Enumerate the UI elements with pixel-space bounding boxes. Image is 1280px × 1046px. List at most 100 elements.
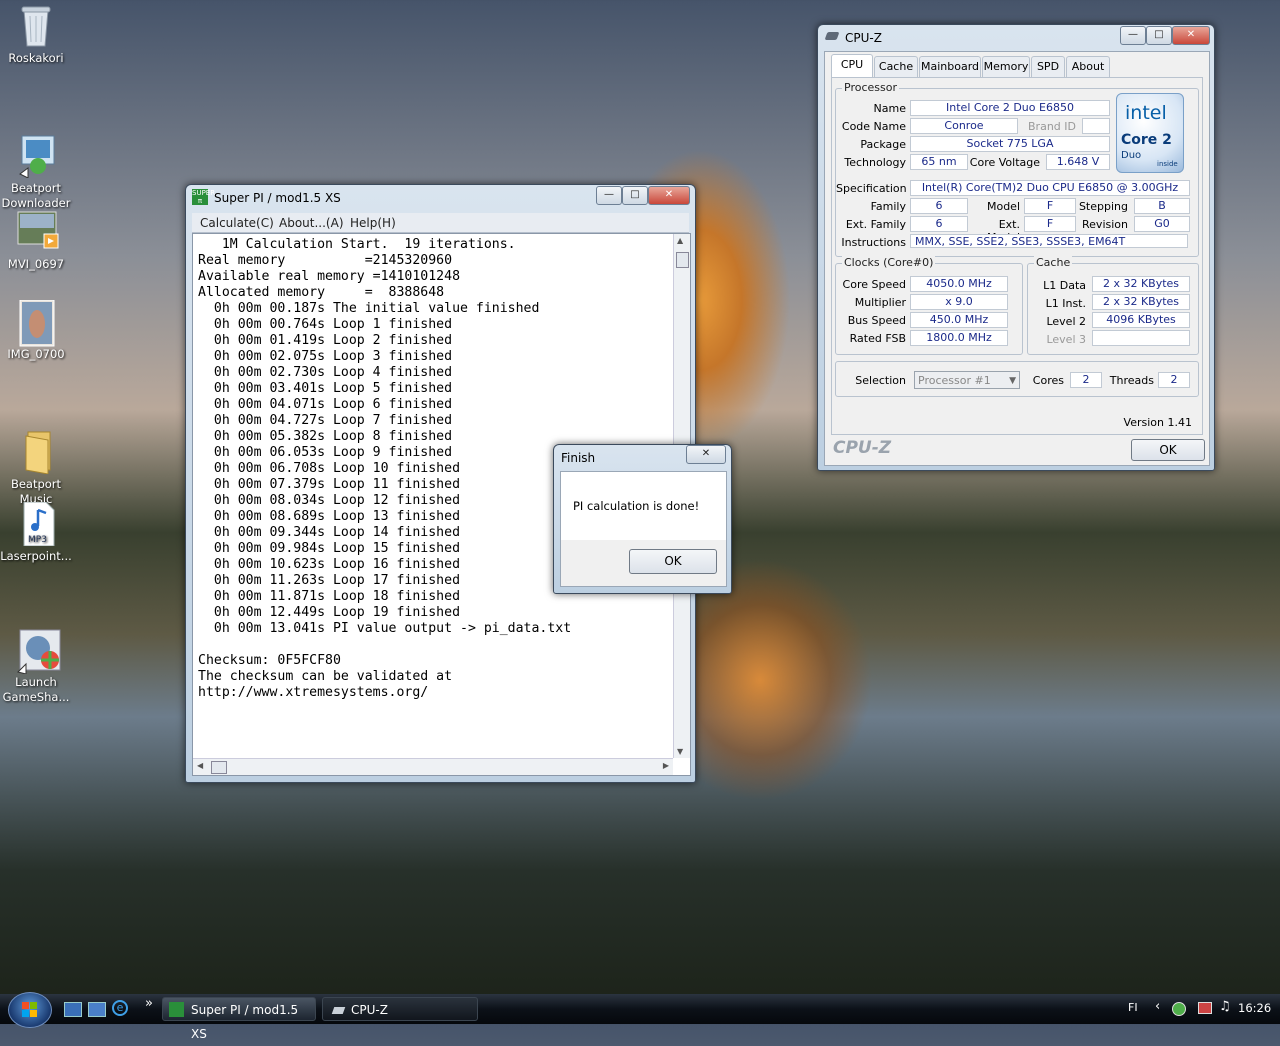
revision-label: Revision <box>1082 218 1128 231</box>
output-line: 0h 00m 08.689s Loop 13 finished <box>198 509 461 524</box>
output-line: 0h 00m 13.041s PI value output -> pi_dat… <box>198 621 572 636</box>
quicklaunch-show-desktop-icon[interactable] <box>64 1002 82 1017</box>
scroll-thumb-h[interactable] <box>211 761 227 774</box>
desktop-icon-label: Laserpoint... <box>0 549 72 563</box>
output-line: 0h 00m 01.419s Loop 2 finished <box>198 333 453 348</box>
tab-spd[interactable]: SPD <box>1031 56 1065 77</box>
desktop-icon-label: Beatport Downloader <box>1 181 71 210</box>
menu-about[interactable]: About...(A) <box>279 216 344 230</box>
cpuz-minimize-button[interactable]: — <box>1120 26 1146 45</box>
selection-dropdown[interactable]: Processor #1 ▼ <box>914 371 1020 389</box>
name-label: Name <box>873 102 906 115</box>
menu-help[interactable]: Help(H) <box>350 216 396 230</box>
cpuz-footer-brand: CPU-Z <box>833 438 892 458</box>
superpi-title: Super PI / mod1.5 XS <box>214 191 341 205</box>
tab-cpu[interactable]: CPU <box>831 54 873 77</box>
scroll-up-icon[interactable]: ▲ <box>677 236 683 245</box>
desktop-icon-img-0700[interactable]: IMG_0700 <box>0 299 72 362</box>
recycle-bin-icon <box>16 4 56 48</box>
scroll-thumb[interactable] <box>676 252 689 268</box>
tab-cache[interactable]: Cache <box>874 56 918 77</box>
tray-volume-icon[interactable]: ♫ <box>1219 999 1231 1014</box>
finish-ok-button[interactable]: OK <box>629 549 717 574</box>
output-line: 0h 00m 11.871s Loop 18 finished <box>198 589 461 604</box>
cpuz-tab-page: Processor Name Intel Core 2 Duo E6850 Co… <box>831 77 1203 435</box>
cpuz-maximize-button[interactable]: □ <box>1146 26 1172 45</box>
intel-logo-text: intel <box>1125 102 1167 124</box>
superpi-titlebar[interactable]: SUPER π Super PI / mod1.5 XS — □ ✕ <box>186 185 695 211</box>
taskbar: e » Super PI / mod1.5 XS CPU-Z FI ‹ ♫ 16… <box>0 992 1280 1041</box>
family-value: 6 <box>910 198 968 214</box>
desktop-icon-laserpoint[interactable]: MP3 Laserpoint... <box>0 501 72 564</box>
desktop-icon-mvi-0697[interactable]: MVI_0697 <box>0 210 72 272</box>
ratedfsb-value: 1800.0 MHz <box>910 330 1008 346</box>
desktop-icon-launch-gameshadow[interactable]: Launch GameSha... <box>0 598 72 720</box>
output-line: http://www.xtremesystems.org/ <box>198 685 429 700</box>
chevron-down-icon: ▼ <box>1009 376 1016 386</box>
quicklaunch-switch-windows-icon[interactable] <box>88 1002 106 1017</box>
desktop-icon-label: Roskakori <box>8 51 64 65</box>
selection-value: Processor #1 <box>918 374 991 387</box>
tab-about[interactable]: About <box>1066 56 1110 77</box>
close-button[interactable]: ✕ <box>648 186 690 205</box>
technology-label: Technology <box>844 156 906 169</box>
tab-mainboard[interactable]: Mainboard <box>919 56 981 77</box>
brandid-value <box>1082 118 1110 134</box>
instructions-label: Instructions <box>841 236 906 249</box>
output-line: 0h 00m 05.382s Loop 8 finished <box>198 429 453 444</box>
desktop-icon-beatport-downloader[interactable]: Beatport Downloader <box>0 104 72 226</box>
tray-security-icon[interactable] <box>1172 1002 1186 1016</box>
menu-calculate[interactable]: Calculate(C) <box>200 216 274 230</box>
minimize-button[interactable]: — <box>596 186 622 205</box>
finish-close-button[interactable]: ✕ <box>686 445 726 464</box>
threads-value: 2 <box>1158 372 1190 388</box>
busspeed-value: 450.0 MHz <box>910 312 1008 328</box>
image-file-icon <box>16 299 56 347</box>
output-line: 0h 00m 04.071s Loop 6 finished <box>198 397 453 412</box>
start-button[interactable] <box>8 992 52 1028</box>
maximize-button[interactable]: □ <box>622 186 648 205</box>
superpi-app-icon: SUPER π <box>192 189 216 205</box>
level3-value <box>1092 330 1190 346</box>
processor-group-label: Processor <box>842 81 899 94</box>
busspeed-label: Bus Speed <box>847 314 906 327</box>
finish-dialog[interactable]: Finish ✕ PI calculation is done! OK <box>553 444 732 594</box>
tray-expand-chevron-icon[interactable]: ‹ <box>1155 999 1160 1014</box>
corevoltage-label: Core Voltage <box>969 156 1040 169</box>
cpuz-taskbar-icon <box>331 1007 346 1014</box>
finish-titlebar[interactable]: Finish ✕ <box>554 445 731 471</box>
quicklaunch-internet-explorer-icon[interactable]: e <box>112 1000 128 1016</box>
cpuz-close-button[interactable]: ✕ <box>1172 26 1210 45</box>
level2-value: 4096 KBytes <box>1092 312 1190 328</box>
cpuz-titlebar[interactable]: CPU-Z — □ ✕ <box>818 25 1214 51</box>
desktop-icon-recycle-bin[interactable]: Roskakori <box>0 4 72 66</box>
codename-label: Code Name <box>841 120 906 133</box>
quicklaunch-more-chevron[interactable]: » <box>145 996 153 1011</box>
output-line: Allocated memory = 8388648 <box>198 285 445 300</box>
model-label: Model <box>986 200 1020 213</box>
tab-memory[interactable]: Memory <box>982 56 1030 77</box>
scroll-right-icon[interactable]: ▶ <box>663 761 669 770</box>
spec-value: Intel(R) Core(TM)2 Duo CPU E6850 @ 3.00G… <box>910 180 1190 196</box>
language-indicator[interactable]: FI <box>1128 1001 1138 1014</box>
extfamily-value: 6 <box>910 216 968 232</box>
tray-network-icon[interactable] <box>1198 1002 1212 1014</box>
horizontal-scrollbar[interactable]: ◀ ▶ <box>193 758 673 775</box>
output-line: 0h 00m 11.263s Loop 17 finished <box>198 573 461 588</box>
scroll-left-icon[interactable]: ◀ <box>197 761 203 770</box>
taskbar-clock[interactable]: 16:26 <box>1238 1001 1271 1015</box>
taskbar-item-cpuz[interactable]: CPU-Z <box>322 997 478 1021</box>
gameshadow-launcher-icon <box>16 613 61 675</box>
cpuz-ok-button[interactable]: OK <box>1131 439 1205 461</box>
output-line: Checksum: 0F5FCF80 <box>198 653 341 668</box>
taskbar-item-superpi[interactable]: Super PI / mod1.5 XS <box>162 997 316 1041</box>
scroll-down-icon[interactable]: ▼ <box>677 747 683 756</box>
output-line: 0h 00m 02.075s Loop 3 finished <box>198 349 453 364</box>
output-line: 0h 00m 06.053s Loop 9 finished <box>198 445 453 460</box>
duo-logo-text: Duo <box>1121 150 1142 161</box>
output-line: 0h 00m 10.623s Loop 16 finished <box>198 557 461 572</box>
cores-label: Cores <box>1032 374 1064 387</box>
cpuz-app-icon <box>824 32 840 40</box>
output-line: 0h 00m 00.187s The initial value finishe… <box>198 301 540 316</box>
cpuz-window[interactable]: CPU-Z — □ ✕ CPU Cache Mainboard Memory S… <box>817 24 1215 471</box>
